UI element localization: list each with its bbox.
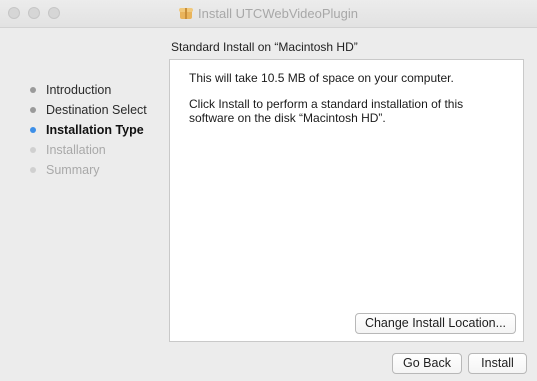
install-subtitle: Standard Install on “Macintosh HD” xyxy=(171,40,358,54)
space-requirement-text: This will take 10.5 MB of space on your … xyxy=(189,71,454,85)
installer-window: Install UTCWebVideoPlugin Standard Insta… xyxy=(0,0,537,381)
installer-steps-list: Introduction Destination Select Installa… xyxy=(30,80,147,180)
step-installation-type: Installation Type xyxy=(30,120,147,140)
package-icon xyxy=(179,7,194,19)
step-destination-select: Destination Select xyxy=(30,100,147,120)
step-label: Installation xyxy=(46,143,106,157)
step-pending-indicator xyxy=(30,147,36,153)
step-installation: Installation xyxy=(30,140,147,160)
install-instructions-text: Click Install to perform a standard inst… xyxy=(189,97,464,125)
step-done-indicator xyxy=(30,107,36,113)
step-label: Destination Select xyxy=(46,103,147,117)
title-bar[interactable]: Install UTCWebVideoPlugin xyxy=(0,0,537,28)
step-label: Installation Type xyxy=(46,123,144,137)
step-pending-indicator xyxy=(30,167,36,173)
step-introduction: Introduction xyxy=(30,80,147,100)
window-title: Install UTCWebVideoPlugin xyxy=(198,6,358,21)
content-panel: This will take 10.5 MB of space on your … xyxy=(169,59,524,342)
window-title-group: Install UTCWebVideoPlugin xyxy=(0,6,537,21)
step-label: Introduction xyxy=(46,83,112,97)
change-install-location-button[interactable]: Change Install Location... xyxy=(355,313,516,334)
step-done-indicator xyxy=(30,87,36,93)
step-summary: Summary xyxy=(30,160,147,180)
install-button[interactable]: Install xyxy=(468,353,527,374)
step-label: Summary xyxy=(46,163,100,177)
go-back-button[interactable]: Go Back xyxy=(392,353,462,374)
step-current-indicator xyxy=(30,127,36,133)
